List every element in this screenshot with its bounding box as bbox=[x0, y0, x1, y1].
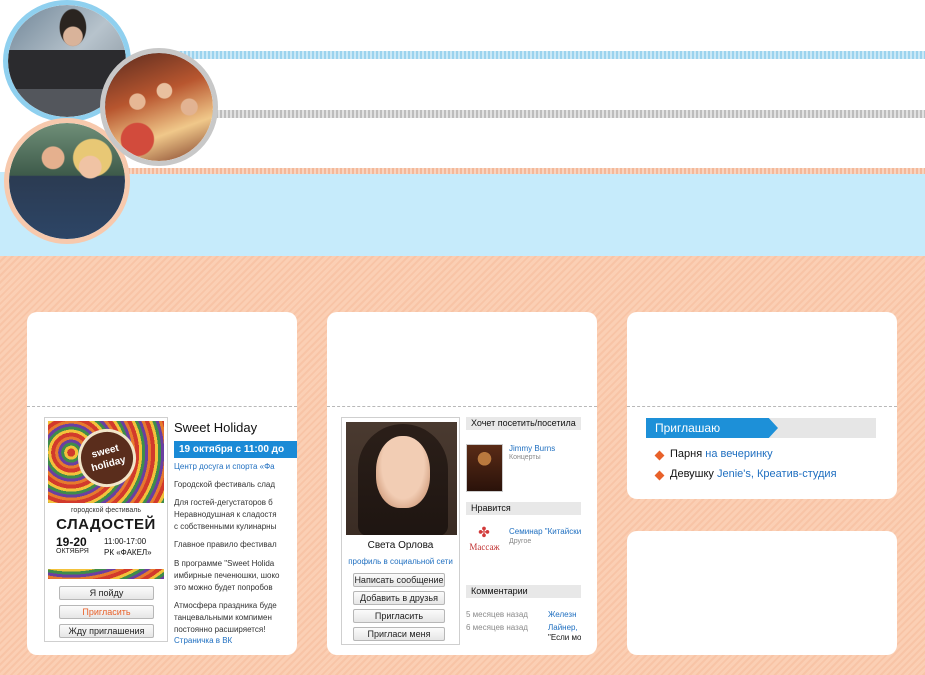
poster-date: 19-20 bbox=[56, 535, 87, 549]
poster-time-place: 11:00-17:00 РК «ФАКЕЛ» bbox=[104, 536, 152, 558]
massage-thumbnail[interactable]: ✤ Массаж bbox=[466, 522, 503, 562]
event-desc-line: Атмосфера праздника буде bbox=[174, 601, 277, 610]
profile-name: Света Орлова bbox=[367, 540, 434, 551]
grey-stripe bbox=[140, 110, 925, 118]
massage-logo-icon: ✤ bbox=[478, 524, 490, 540]
event-desc-line: Неравнодушная к сладостя bbox=[174, 510, 277, 519]
event-desc-line: Главное правило фестивал bbox=[174, 540, 277, 549]
invite-panel: Приглашаю Парня на вечеринку Девушку Jen… bbox=[627, 312, 897, 499]
couple-photo bbox=[9, 123, 125, 239]
invite-button[interactable]: Пригласить bbox=[59, 605, 154, 619]
poster-title: СЛАДОСТЕЙ bbox=[56, 516, 156, 533]
content-area: sweet holiday городской фестиваль СЛАДОС… bbox=[0, 256, 925, 675]
event-desc-line: Городской фестиваль слад bbox=[174, 480, 275, 489]
comment-author-link[interactable]: Лайнер, bbox=[548, 623, 581, 632]
wait-invite-button[interactable]: Жду приглашения bbox=[59, 624, 154, 638]
profile-photo[interactable] bbox=[346, 422, 457, 535]
event-title[interactable]: Sweet Holiday bbox=[174, 420, 257, 435]
comment-text: "Если мо bbox=[548, 633, 581, 642]
concert-link[interactable]: Jimmy Burns bbox=[509, 444, 581, 453]
event-desc-line: имбирные печенюшки, шоко bbox=[174, 571, 280, 580]
divider bbox=[327, 406, 597, 407]
want-visit-header: Хочет посетить/посетила bbox=[466, 417, 581, 430]
invite-row: Девушку Jenie's, Креатив-студия bbox=[670, 468, 837, 480]
party-photo bbox=[105, 53, 213, 161]
seminar-link[interactable]: Семинар "Китайский bbox=[509, 527, 581, 536]
photo-circle-party bbox=[100, 48, 218, 166]
profile-panel: Света Орлова профиль в социальной сети Н… bbox=[327, 312, 597, 655]
event-panel: sweet holiday городской фестиваль СЛАДОС… bbox=[27, 312, 297, 655]
bullet-icon bbox=[654, 450, 665, 461]
invite-what-link[interactable]: Jenie's, Креатив-студия bbox=[717, 468, 837, 480]
comment-time: 5 месяцев назад bbox=[466, 610, 528, 619]
event-desc-line: В программе "Sweet Holida bbox=[174, 559, 275, 568]
face-shape bbox=[376, 436, 430, 508]
comment-author-link[interactable]: Железн bbox=[548, 610, 581, 619]
massage-logo-text: Массаж bbox=[469, 542, 500, 552]
divider bbox=[627, 406, 897, 407]
header-band bbox=[0, 172, 925, 256]
invite-me-button[interactable]: Пригласи меня bbox=[353, 627, 445, 641]
event-desc-line: танцевальными компимен bbox=[174, 613, 272, 622]
vk-page-link[interactable]: Страничка в ВК bbox=[174, 636, 232, 645]
invite-what-link[interactable]: на вечеринку bbox=[705, 448, 772, 460]
event-desc-line: постоянно расширяется! bbox=[174, 625, 266, 634]
poster-time: 11:00-17:00 bbox=[104, 537, 147, 546]
poster-month: ОКТЯБРЯ bbox=[56, 548, 89, 555]
likes-header: Нравится bbox=[466, 502, 581, 515]
poster-place: РК «ФАКЕЛ» bbox=[104, 548, 152, 557]
comment-time: 6 месяцев назад bbox=[466, 623, 528, 632]
social-profile-link[interactable]: профиль в социальной сети bbox=[342, 557, 459, 566]
profile-card: Света Орлова профиль в социальной сети Н… bbox=[341, 417, 460, 645]
poster-logo: sweet holiday bbox=[71, 422, 143, 494]
event-desc-line: Для гостей-дегустаторов б bbox=[174, 498, 273, 507]
concert-thumbnail[interactable] bbox=[466, 444, 503, 492]
write-message-button[interactable]: Написать сообщение bbox=[353, 573, 445, 587]
invite-who: Парня bbox=[670, 448, 703, 460]
add-friend-button[interactable]: Добавить в друзья bbox=[353, 591, 445, 605]
seminar-category: Другое bbox=[509, 538, 532, 545]
comments-header: Комментарии bbox=[466, 585, 581, 598]
peach-stripe bbox=[120, 168, 925, 174]
invite-row: Парня на вечеринку bbox=[670, 448, 773, 460]
header-banner bbox=[0, 0, 925, 256]
blue-stripe bbox=[140, 51, 925, 59]
event-desc-line: это можно будет попробов bbox=[174, 583, 273, 592]
event-date: 19 октября с 11:00 до bbox=[174, 441, 297, 458]
concert-category: Концерты bbox=[509, 454, 541, 461]
empty-panel bbox=[627, 531, 897, 655]
event-place-link[interactable]: Центр досуга и спорта «Фа bbox=[174, 462, 297, 471]
divider bbox=[27, 406, 297, 407]
bullet-icon bbox=[654, 470, 665, 481]
event-poster[interactable]: sweet holiday городской фестиваль СЛАДОС… bbox=[48, 421, 164, 579]
invite-header-bar: Приглашаю bbox=[646, 418, 876, 438]
invite-header: Приглашаю bbox=[646, 418, 778, 438]
invite-who: Девушку bbox=[670, 468, 714, 480]
poster-subtitle: городской фестиваль bbox=[71, 507, 141, 514]
invite-button[interactable]: Пригласить bbox=[353, 609, 445, 623]
event-desc-line: с собственными кулинарны bbox=[174, 522, 277, 531]
going-button[interactable]: Я пойду bbox=[59, 586, 154, 600]
event-poster-card: sweet holiday городской фестиваль СЛАДОС… bbox=[44, 417, 168, 642]
